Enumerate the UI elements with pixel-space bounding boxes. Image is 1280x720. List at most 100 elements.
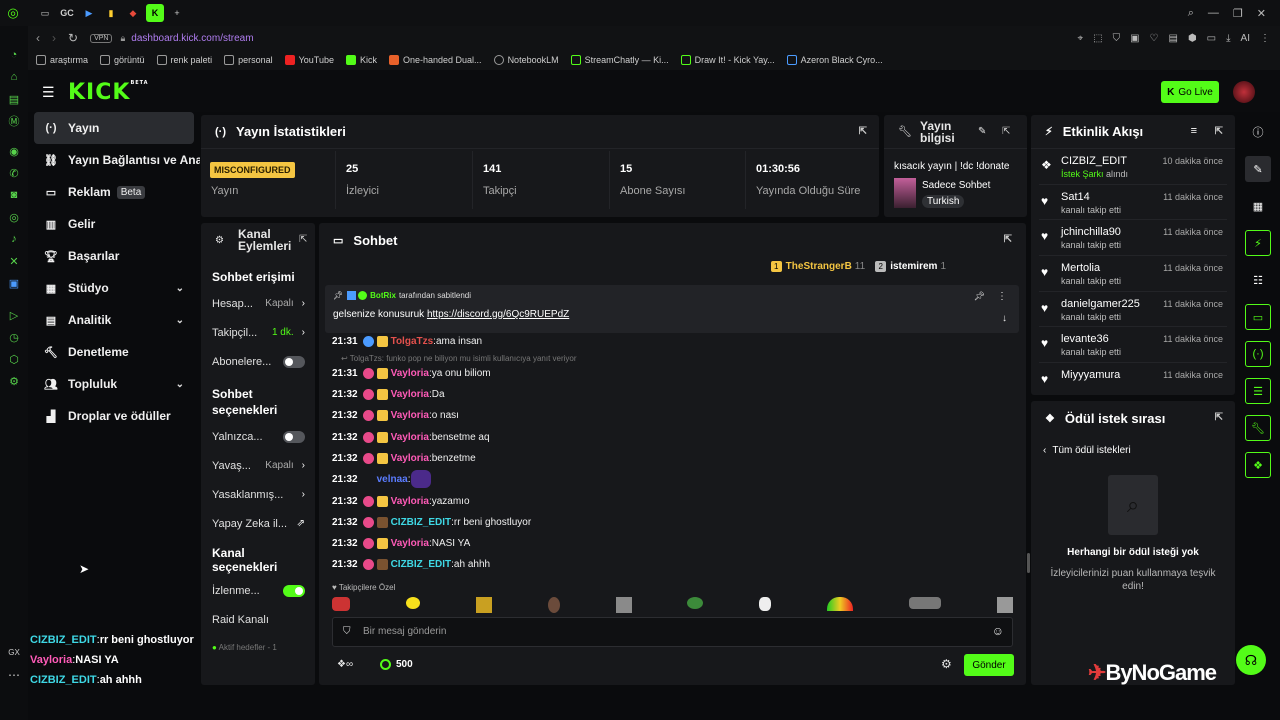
reload-icon[interactable]: ↻ [68, 31, 78, 45]
opera-gx-icon[interactable]: ◎ [4, 4, 22, 22]
chat-message[interactable]: 21:32 CIZBIZ_EDIT: ah ahhh [332, 556, 490, 572]
sidebar-item-revenue[interactable]: ▥ Gelir [28, 208, 200, 240]
wallet-icon[interactable]: ▭ [1207, 33, 1216, 44]
emote[interactable] [475, 597, 492, 613]
message-username[interactable]: CIZBIZ_EDIT [391, 559, 452, 570]
ai-button[interactable]: AI [1241, 33, 1250, 44]
sidebar-item-moderation[interactable]: 🔨︎ Denetleme [28, 336, 200, 368]
emote[interactable] [687, 597, 704, 609]
message-username[interactable]: Vayloria [391, 410, 429, 421]
subscribers-only-setting[interactable]: Abonelere... [201, 347, 315, 376]
speed-icon[interactable]: ◔ [0, 44, 28, 66]
app-icon[interactable]: ▣ [0, 272, 28, 294]
kick-tab-icon[interactable]: K [146, 4, 164, 22]
message-username[interactable]: TolgaTzs [391, 336, 434, 347]
cube-icon[interactable]: ⬡ [0, 348, 28, 370]
chat-message[interactable]: 21:32 Vayloria: Da [332, 386, 445, 402]
bars-icon[interactable]: ▮ [102, 4, 120, 22]
chat-message[interactable]: 21:31 TolgaTzs: ama insan [332, 333, 482, 349]
menu-icon[interactable]: ⋮ [1260, 33, 1270, 44]
chat-message[interactable]: 21:32 Vayloria: benzetme [332, 450, 476, 466]
pinned-link[interactable]: https://discord.gg/6Qc9RUEPdZ [427, 309, 569, 320]
more-options-icon[interactable]: ⋮ [997, 291, 1007, 302]
sidebar-item-analytics[interactable]: ▤ Analitik ⌄ [28, 304, 200, 336]
bookmark[interactable]: StreamChatly — Ki... [570, 55, 669, 65]
emote[interactable] [909, 597, 941, 609]
all-rewards-link[interactable]: ‹ Tüm ödül istekleri [1043, 445, 1131, 456]
bookmark[interactable]: NotebookLM [493, 55, 559, 65]
emote[interactable] [759, 597, 772, 611]
message-username[interactable]: Vayloria [391, 538, 429, 549]
active-goals[interactable]: ● Aktif hedefler - 1 [212, 643, 277, 652]
emote[interactable] [332, 597, 350, 611]
minimize-icon[interactable]: — [1208, 7, 1219, 20]
sidebar-item-link[interactable]: ⛓Yayın Bağlantısı ve Anahtar [28, 144, 200, 176]
shield-icon[interactable]: ⛉ [1113, 33, 1121, 44]
sidebar-item-achievements[interactable]: 🏆︎ Başarılar [28, 240, 200, 272]
emote[interactable] [615, 597, 632, 613]
bolt-icon[interactable]: ⚡︎ [1245, 230, 1271, 256]
banned-words-setting[interactable]: Yasaklanmış... › [201, 480, 315, 509]
emote-only-setting[interactable]: Yalnızca... [201, 422, 315, 451]
message-username[interactable]: Vayloria [391, 389, 429, 400]
restore-icon[interactable]: ❐ [1233, 7, 1243, 20]
bookmark[interactable]: araştırma [36, 55, 88, 65]
sliders-icon[interactable]: ☰ [1245, 378, 1271, 404]
account-age-setting[interactable]: Hesap... Kapalı › [201, 289, 315, 318]
bookmark[interactable]: YouTube [284, 55, 334, 65]
forward-icon[interactable]: › [52, 31, 56, 45]
sidebar-item-studio[interactable]: ▦ Stüdyo ⌄ [28, 272, 200, 304]
stream-icon[interactable]: (·) [1245, 341, 1271, 367]
kick-logo[interactable]: KICKBETA [68, 80, 149, 105]
tab-icon[interactable]: ▭ [36, 4, 54, 22]
followers-only-setting[interactable]: Takipçil... 1 dk. › [201, 318, 315, 347]
gallery-icon[interactable]: ▤ [0, 88, 28, 110]
send-button[interactable]: Gönder [964, 654, 1014, 676]
chat-icon[interactable]: ▭ [1245, 304, 1271, 330]
wrench-icon[interactable]: 🔧︎ [1245, 415, 1271, 441]
popout-icon[interactable]: ⇱ [299, 234, 307, 245]
whatsapp-icon[interactable]: ✆ [0, 162, 28, 184]
tiktok-icon[interactable]: ♪ [0, 228, 28, 250]
reward-icon[interactable]: ❖ [1245, 452, 1271, 478]
info-icon[interactable]: ⓘ [1245, 119, 1271, 145]
bookmark[interactable]: renk paleti [156, 55, 212, 65]
bookmark[interactable]: personal [224, 55, 273, 65]
message-username[interactable]: CIZBIZ_EDIT [391, 517, 452, 528]
bookmark[interactable]: görüntü [100, 55, 145, 65]
settings-icon[interactable]: ⚙ [0, 370, 28, 392]
sidebar-item-drops[interactable]: ▟ Droplar ve ödüller [28, 400, 200, 432]
note-icon[interactable]: ▤ [1168, 33, 1177, 44]
extension-icon[interactable]: ⬢ [1188, 33, 1197, 44]
message-username[interactable]: Vayloria [391, 368, 429, 379]
points-icon[interactable]: ❖∞ [337, 659, 353, 670]
watch-setting[interactable]: İzlenme... [201, 576, 315, 605]
instagram-icon[interactable]: ◎ [0, 206, 28, 228]
hamburger-icon[interactable]: ☰ [42, 84, 55, 101]
go-live-button[interactable]: K Go Live [1161, 81, 1219, 103]
popout-icon[interactable]: ⇱ [1002, 126, 1010, 137]
emoji-icon[interactable]: ☺ [992, 624, 1004, 638]
watch-toggle[interactable] [283, 584, 305, 597]
chat-message[interactable]: 21:31 Vayloria: ya onu biliom [332, 365, 491, 381]
chat-message[interactable]: 21:32 velnaa: [332, 470, 431, 488]
category-name[interactable]: Sadece Sohbet [922, 180, 990, 191]
sidebar-item-community[interactable]: 👥︎ Topluluk ⌄ [28, 368, 200, 400]
heart-icon[interactable]: ♡ [1150, 33, 1159, 44]
back-icon[interactable]: ‹ [36, 31, 40, 45]
tab-gc[interactable]: GC [58, 4, 76, 22]
emote[interactable] [547, 597, 560, 613]
sidebar-item-yayin[interactable]: (·) Yayın [34, 112, 194, 144]
emote[interactable] [827, 597, 854, 611]
chat-scrollbar[interactable] [1027, 553, 1030, 573]
chat-message[interactable]: 21:32 CIZBIZ_EDIT: rr beni ghostluyor [332, 514, 531, 530]
history-icon[interactable]: ◷ [0, 326, 28, 348]
chat-message[interactable]: 21:32 Vayloria: yazamıo [332, 493, 470, 509]
emote[interactable] [405, 597, 420, 609]
message-username[interactable]: velnaa [377, 474, 408, 485]
gear-icon[interactable]: ⚙ [941, 657, 952, 671]
emote[interactable] [996, 597, 1013, 613]
chat-message[interactable]: 21:32 Vayloria: bensetme aq [332, 429, 490, 445]
expand-icon[interactable]: ↓ [1002, 313, 1007, 324]
ai-moderation-setting[interactable]: Yapay Zeka il... ⇗ [201, 509, 315, 538]
